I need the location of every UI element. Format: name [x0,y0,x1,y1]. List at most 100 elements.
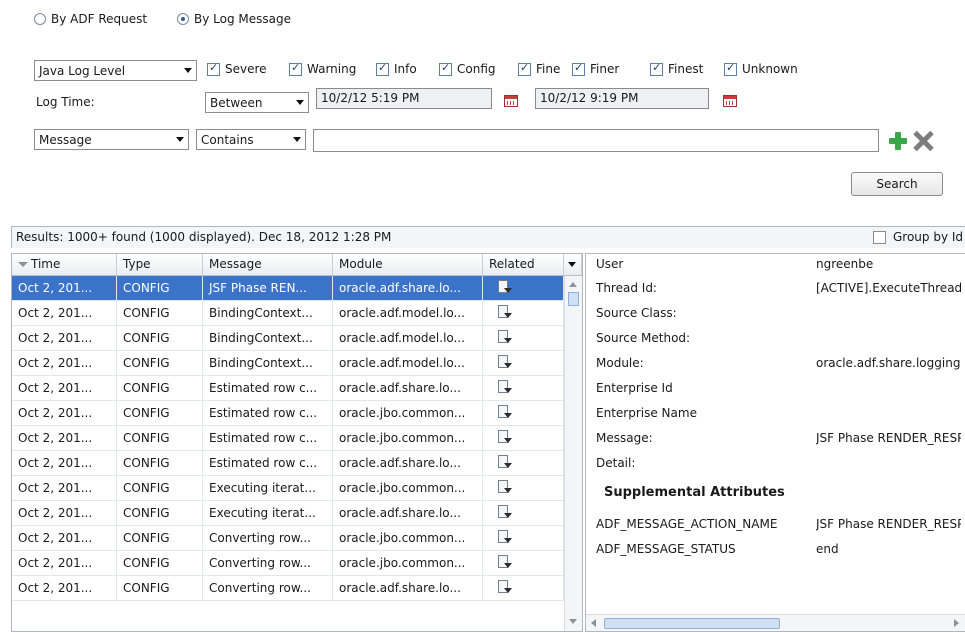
match-select[interactable]: Contains [196,129,306,150]
checkbox[interactable] [873,231,886,244]
add-condition-icon[interactable] [889,132,907,150]
cell-related[interactable] [483,476,564,501]
calendar-icon[interactable] [723,95,737,107]
related-icon[interactable] [498,330,512,346]
cell-related[interactable] [483,576,564,601]
cell-related[interactable] [483,276,564,301]
cell-related[interactable] [483,326,564,351]
search-button-label: Search [876,177,918,191]
time-operator-select[interactable]: Between [205,92,309,113]
cell-related[interactable] [483,426,564,451]
results-header: Results: 1000+ found (1000 displayed). D… [11,226,965,248]
cell-related[interactable] [483,351,564,376]
table-scrollbar[interactable] [564,276,582,631]
chevron-down-icon [293,137,301,142]
mode-by-adf-request[interactable]: By ADF Request [34,12,174,28]
group-by-label: Group by Id [893,230,964,244]
cell-related[interactable] [483,501,564,526]
checkbox[interactable] [724,61,737,76]
table-row[interactable]: Oct 2, 201... CONFIG Executing iterat...… [12,476,579,501]
cell-time: Oct 2, 201... [12,451,117,476]
table-row[interactable]: Oct 2, 201... CONFIG Estimated row c... … [12,451,579,476]
related-icon[interactable] [498,405,512,421]
checkbox[interactable] [572,61,585,76]
mode-radio[interactable] [34,13,46,25]
detail-hscrollbar[interactable] [586,614,965,631]
checkbox[interactable] [376,61,389,76]
related-icon[interactable] [498,580,512,596]
table-row[interactable]: Oct 2, 201... CONFIG JSF Phase REN... or… [12,276,579,301]
related-icon[interactable] [498,355,512,371]
checkbox[interactable] [289,61,302,76]
scroll-up-icon[interactable] [569,282,577,287]
checkbox[interactable] [650,61,663,76]
checkbox-label: Config [457,62,496,76]
column-label: Type [123,257,151,271]
cell-time: Oct 2, 201... [12,476,117,501]
search-button[interactable]: Search [851,172,943,196]
results-summary: Results: 1000+ found (1000 displayed). D… [16,230,392,244]
cell-related[interactable] [483,551,564,576]
related-icon[interactable] [498,280,512,296]
group-by-id[interactable]: Group by Id [873,230,965,246]
related-icon[interactable] [498,555,512,571]
cell-module: oracle.jbo.common... [333,426,483,451]
cell-related[interactable] [483,401,564,426]
column-related[interactable]: Related [483,254,564,275]
remove-condition-icon[interactable] [912,130,934,152]
detail-panel: User ngreenbe Thread Id: [ACTIVE].Execut… [585,253,965,632]
related-icon[interactable] [498,480,512,496]
field-select[interactable]: Message [34,129,189,150]
table-row[interactable]: Oct 2, 201... CONFIG Estimated row c... … [12,401,579,426]
scroll-down-icon[interactable] [569,619,577,624]
cell-time: Oct 2, 201... [12,526,117,551]
column-type[interactable]: Type [117,254,203,275]
table-row[interactable]: Oct 2, 201... CONFIG Executing iterat...… [12,501,579,526]
checkbox-label: Finest [668,62,704,76]
checkbox[interactable] [518,61,531,76]
table-row[interactable]: Oct 2, 201... CONFIG Converting row... o… [12,576,579,601]
table-row[interactable]: Oct 2, 201... CONFIG Estimated row c... … [12,376,579,401]
start-time-field[interactable]: 10/2/12 5:19 PM [316,88,492,109]
cell-module: oracle.jbo.common... [333,476,483,501]
table-row[interactable]: Oct 2, 201... CONFIG Estimated row c... … [12,426,579,451]
mode-by-log-message[interactable]: By Log Message [177,12,317,28]
checkbox-label: Severe [225,62,267,76]
related-icon[interactable] [498,305,512,321]
related-icon[interactable] [498,380,512,396]
checkbox[interactable] [439,61,452,76]
table-row[interactable]: Oct 2, 201... CONFIG BindingContext... o… [12,301,579,326]
scroll-left-icon[interactable] [591,619,596,627]
related-icon[interactable] [498,455,512,471]
related-icon[interactable] [498,505,512,521]
table-body: Oct 2, 201... CONFIG JSF Phase REN... or… [12,276,579,631]
column-chooser[interactable] [564,254,582,275]
cell-related[interactable] [483,451,564,476]
table-row[interactable]: Oct 2, 201... CONFIG BindingContext... o… [12,326,579,351]
cell-message: Estimated row c... [203,376,333,401]
cell-type: CONFIG [117,476,203,501]
end-time-field[interactable]: 10/2/12 9:19 PM [535,88,709,109]
cell-related[interactable] [483,376,564,401]
table-row[interactable]: Oct 2, 201... CONFIG BindingContext... o… [12,351,579,376]
scroll-thumb[interactable] [568,292,579,306]
mode-radio[interactable] [177,13,189,25]
scroll-thumb[interactable] [604,618,780,629]
related-icon[interactable] [498,430,512,446]
detail-value: [ACTIVE].ExecuteThread [816,281,961,295]
cell-related[interactable] [483,301,564,326]
cell-related[interactable] [483,526,564,551]
column-time[interactable]: Time [12,254,117,275]
column-module[interactable]: Module [333,254,483,275]
column-message[interactable]: Message [203,254,333,275]
level-type-select[interactable]: Java Log Level [34,60,197,81]
checkbox[interactable] [207,61,220,76]
related-icon[interactable] [498,530,512,546]
scroll-right-icon[interactable] [954,619,959,627]
table-row[interactable]: Oct 2, 201... CONFIG Converting row... o… [12,526,579,551]
table-row[interactable]: Oct 2, 201... CONFIG Converting row... o… [12,551,579,576]
calendar-icon[interactable] [504,95,518,107]
search-value-input[interactable] [313,129,879,152]
cell-type: CONFIG [117,576,203,601]
sort-desc-icon [18,262,28,267]
